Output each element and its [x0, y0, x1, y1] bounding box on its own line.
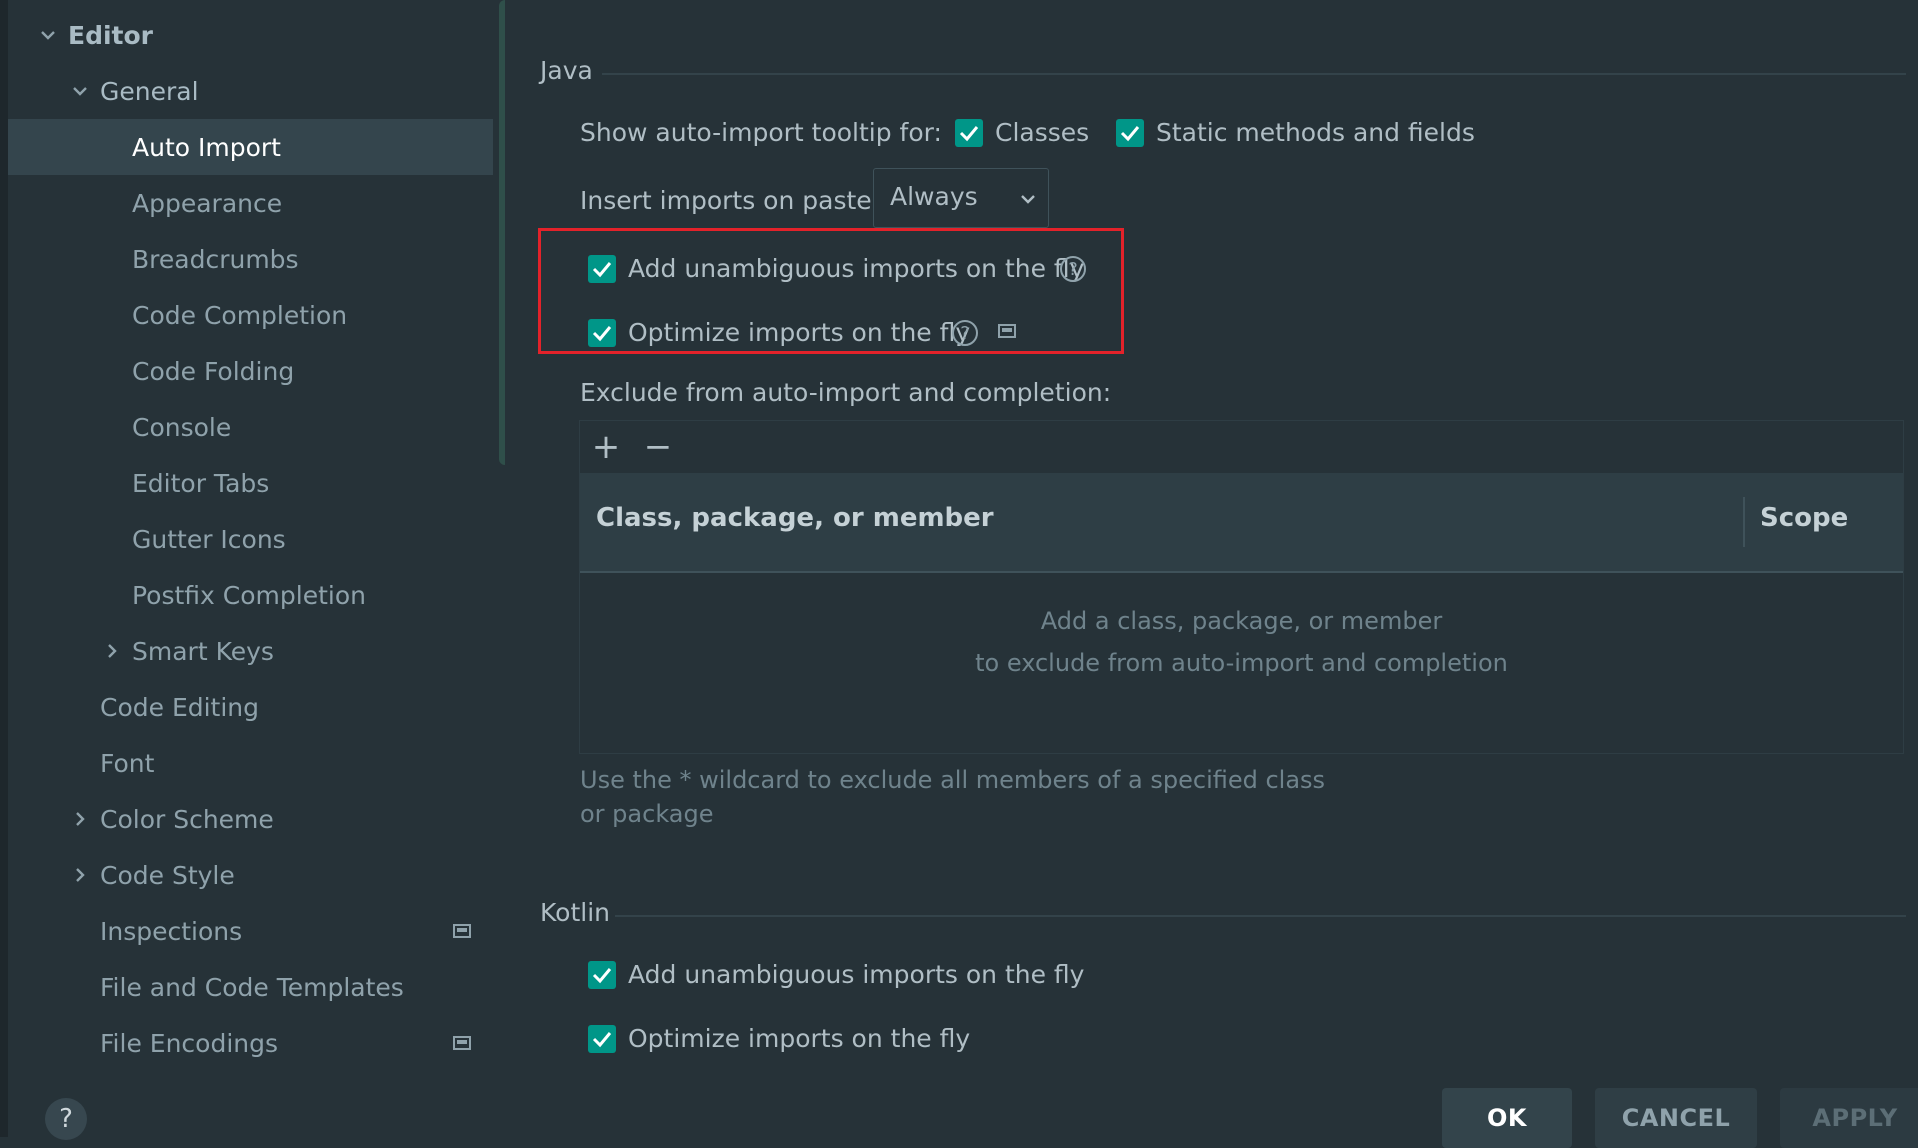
- tree-item-label: Editor: [68, 20, 153, 50]
- tree-item-label: Console: [132, 412, 232, 442]
- tree-item-inspections[interactable]: Inspections: [8, 903, 493, 959]
- help-question-icon[interactable]: ?: [1060, 256, 1086, 282]
- settings-sidebar: Editor General Auto Import Appearance Br…: [8, 0, 511, 1140]
- chevron-right-icon[interactable]: [70, 865, 90, 885]
- tree-item-gutter-icons[interactable]: Gutter Icons: [8, 511, 493, 567]
- tree-item-auto-import[interactable]: Auto Import: [8, 119, 493, 175]
- kotlin-unambiguous-label[interactable]: Add unambiguous imports on the fly: [628, 960, 1084, 989]
- chevron-down-icon[interactable]: [70, 81, 90, 101]
- tree-item-label: Inspections: [100, 916, 243, 946]
- tree-item-label: Code Style: [100, 860, 235, 890]
- kotlin-optimize-checkbox[interactable]: [588, 1025, 616, 1053]
- tree-item-label: File and Code Templates: [100, 972, 404, 1002]
- tree-item-code-completion[interactable]: Code Completion: [8, 287, 493, 343]
- optimize-imports-label[interactable]: Optimize imports on the fly: [628, 318, 970, 347]
- tree-item-color-scheme[interactable]: Color Scheme: [8, 791, 493, 847]
- add-icon[interactable]: +: [588, 427, 624, 467]
- tree-item-label: Color Scheme: [100, 804, 274, 834]
- project-scope-icon: [998, 324, 1016, 338]
- settings-content: Java Show auto-import tooltip for: Class…: [505, 0, 1918, 1137]
- help-question-icon[interactable]: ?: [952, 320, 978, 346]
- tree-item-code-editing[interactable]: Code Editing: [8, 679, 493, 735]
- tree-item-label: Code Folding: [132, 356, 295, 386]
- classes-label[interactable]: Classes: [995, 118, 1089, 147]
- tree-item-label: Code Editing: [100, 692, 260, 722]
- kotlin-separator: [615, 915, 1906, 917]
- column-header-scope[interactable]: Scope: [1760, 503, 1848, 533]
- tree-item-label: Auto Import: [132, 132, 281, 162]
- static-methods-label[interactable]: Static methods and fields: [1156, 118, 1475, 147]
- tree-item-editor[interactable]: Editor: [8, 7, 493, 63]
- tree-item-label: Appearance: [132, 188, 283, 218]
- tree-item-code-style[interactable]: Code Style: [8, 847, 493, 903]
- exclude-label: Exclude from auto-import and completion:: [580, 378, 1112, 407]
- kotlin-optimize-label[interactable]: Optimize imports on the fly: [628, 1024, 970, 1053]
- paste-label: Insert imports on paste:: [580, 186, 881, 215]
- tree-item-label: Editor Tabs: [132, 468, 270, 498]
- tree-item-label: Postfix Completion: [132, 580, 366, 610]
- tree-item-editor-tabs[interactable]: Editor Tabs: [8, 455, 493, 511]
- optimize-imports-checkbox[interactable]: [588, 319, 616, 347]
- tree-item-label: General: [100, 76, 199, 106]
- apply-button[interactable]: APPLY: [1780, 1088, 1918, 1148]
- paste-dropdown-value: Always: [890, 182, 978, 211]
- chevron-right-icon[interactable]: [70, 809, 90, 829]
- table-header: Class, package, or member Scope: [580, 473, 1903, 573]
- paste-dropdown[interactable]: Always: [873, 168, 1049, 228]
- tree-item-label: Smart Keys: [132, 636, 274, 666]
- tree-item-console[interactable]: Console: [8, 399, 493, 455]
- tree-item-file-and-code-templates[interactable]: File and Code Templates: [8, 959, 493, 1015]
- cancel-button[interactable]: CANCEL: [1595, 1088, 1757, 1148]
- tree-item-label: Gutter Icons: [132, 524, 286, 554]
- ok-button[interactable]: OK: [1442, 1088, 1572, 1148]
- chevron-down-icon: [1018, 189, 1038, 209]
- unambiguous-imports-label[interactable]: Add unambiguous imports on the fly: [628, 254, 1084, 283]
- kotlin-section-title: Kotlin: [540, 898, 610, 927]
- tooltip-label: Show auto-import tooltip for:: [580, 118, 942, 147]
- empty-table-text-line2: to exclude from auto-import and completi…: [975, 649, 1508, 677]
- window-edge: [0, 0, 8, 1137]
- remove-icon[interactable]: −: [640, 427, 676, 467]
- help-icon[interactable]: ?: [45, 1098, 87, 1140]
- tree-item-general[interactable]: General: [8, 63, 493, 119]
- tree-item-breadcrumbs[interactable]: Breadcrumbs: [8, 231, 493, 287]
- column-header-class[interactable]: Class, package, or member: [596, 503, 994, 533]
- java-separator: [602, 73, 1906, 75]
- tree-item-label: File Encodings: [100, 1028, 279, 1058]
- chevron-right-icon[interactable]: [102, 641, 122, 661]
- table-toolbar: + −: [580, 421, 1903, 473]
- column-separator[interactable]: [1743, 497, 1745, 547]
- tree-item-label: Font: [100, 748, 155, 778]
- tree-item-label: Code Completion: [132, 300, 348, 330]
- wildcard-hint: Use the * wildcard to exclude all member…: [580, 766, 1326, 828]
- project-scope-icon: [453, 1036, 471, 1050]
- java-section-title: Java: [540, 56, 593, 85]
- tree-item-code-folding[interactable]: Code Folding: [8, 343, 493, 399]
- tree-item-font[interactable]: Font: [8, 735, 493, 791]
- kotlin-unambiguous-checkbox[interactable]: [588, 961, 616, 989]
- tree-item-smart-keys[interactable]: Smart Keys: [8, 623, 493, 679]
- tree-item-label: Breadcrumbs: [132, 244, 299, 274]
- chevron-down-icon[interactable]: [38, 25, 58, 45]
- tree-item-file-encodings[interactable]: File Encodings: [8, 1015, 493, 1071]
- static-methods-checkbox[interactable]: [1116, 119, 1144, 147]
- project-scope-icon: [453, 924, 471, 938]
- unambiguous-imports-checkbox[interactable]: [588, 255, 616, 283]
- classes-checkbox[interactable]: [955, 119, 983, 147]
- tree-item-postfix-completion[interactable]: Postfix Completion: [8, 567, 493, 623]
- exclude-table: + − Class, package, or member Scope Add …: [579, 420, 1904, 754]
- empty-table-text-line1[interactable]: Add a class, package, or member: [580, 607, 1903, 635]
- tree-item-appearance[interactable]: Appearance: [8, 175, 493, 231]
